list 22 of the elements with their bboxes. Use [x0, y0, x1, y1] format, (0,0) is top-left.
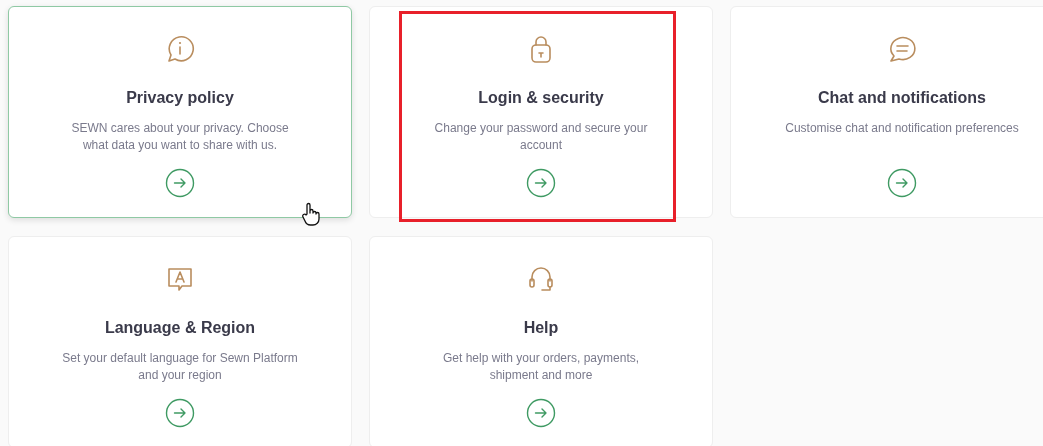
- arrow-button-icon[interactable]: [887, 168, 917, 198]
- hand-cursor-icon: [301, 202, 323, 226]
- arrow-button-icon[interactable]: [165, 398, 195, 428]
- card-title: Language & Region: [104, 318, 256, 338]
- card-description: Get help with your orders, payments, shipment and more: [441, 350, 641, 384]
- settings-card[interactable]: Chat and notifications Customise chat and notification preferences: [730, 6, 1043, 218]
- card-description: Set your default language for Sewn Platform and your region: [61, 350, 299, 384]
- card-description: Change your password and secure your account: [433, 120, 649, 154]
- card-title: Chat and notifications: [818, 88, 986, 108]
- settings-card[interactable]: Help Get help with your orders, payments, shipment and more: [369, 236, 713, 446]
- card-title: Privacy policy: [126, 88, 234, 108]
- arrow-button-icon[interactable]: [526, 398, 556, 428]
- arrow-button-icon[interactable]: [165, 168, 195, 198]
- card-description: Customise chat and notification preferences: [785, 120, 1019, 137]
- card-title: Help: [523, 318, 559, 338]
- card-title: Login & security: [478, 88, 604, 108]
- headset-icon: [526, 264, 556, 294]
- settings-card[interactable]: Language & Region Set your default language for Sewn Platform and your region: [8, 236, 352, 446]
- info-icon: [165, 34, 195, 64]
- card-description: SEWN cares about your privacy. Choose what data you want to share with us.: [70, 120, 290, 154]
- chat-icon: [887, 34, 917, 64]
- arrow-button-icon[interactable]: [526, 168, 556, 198]
